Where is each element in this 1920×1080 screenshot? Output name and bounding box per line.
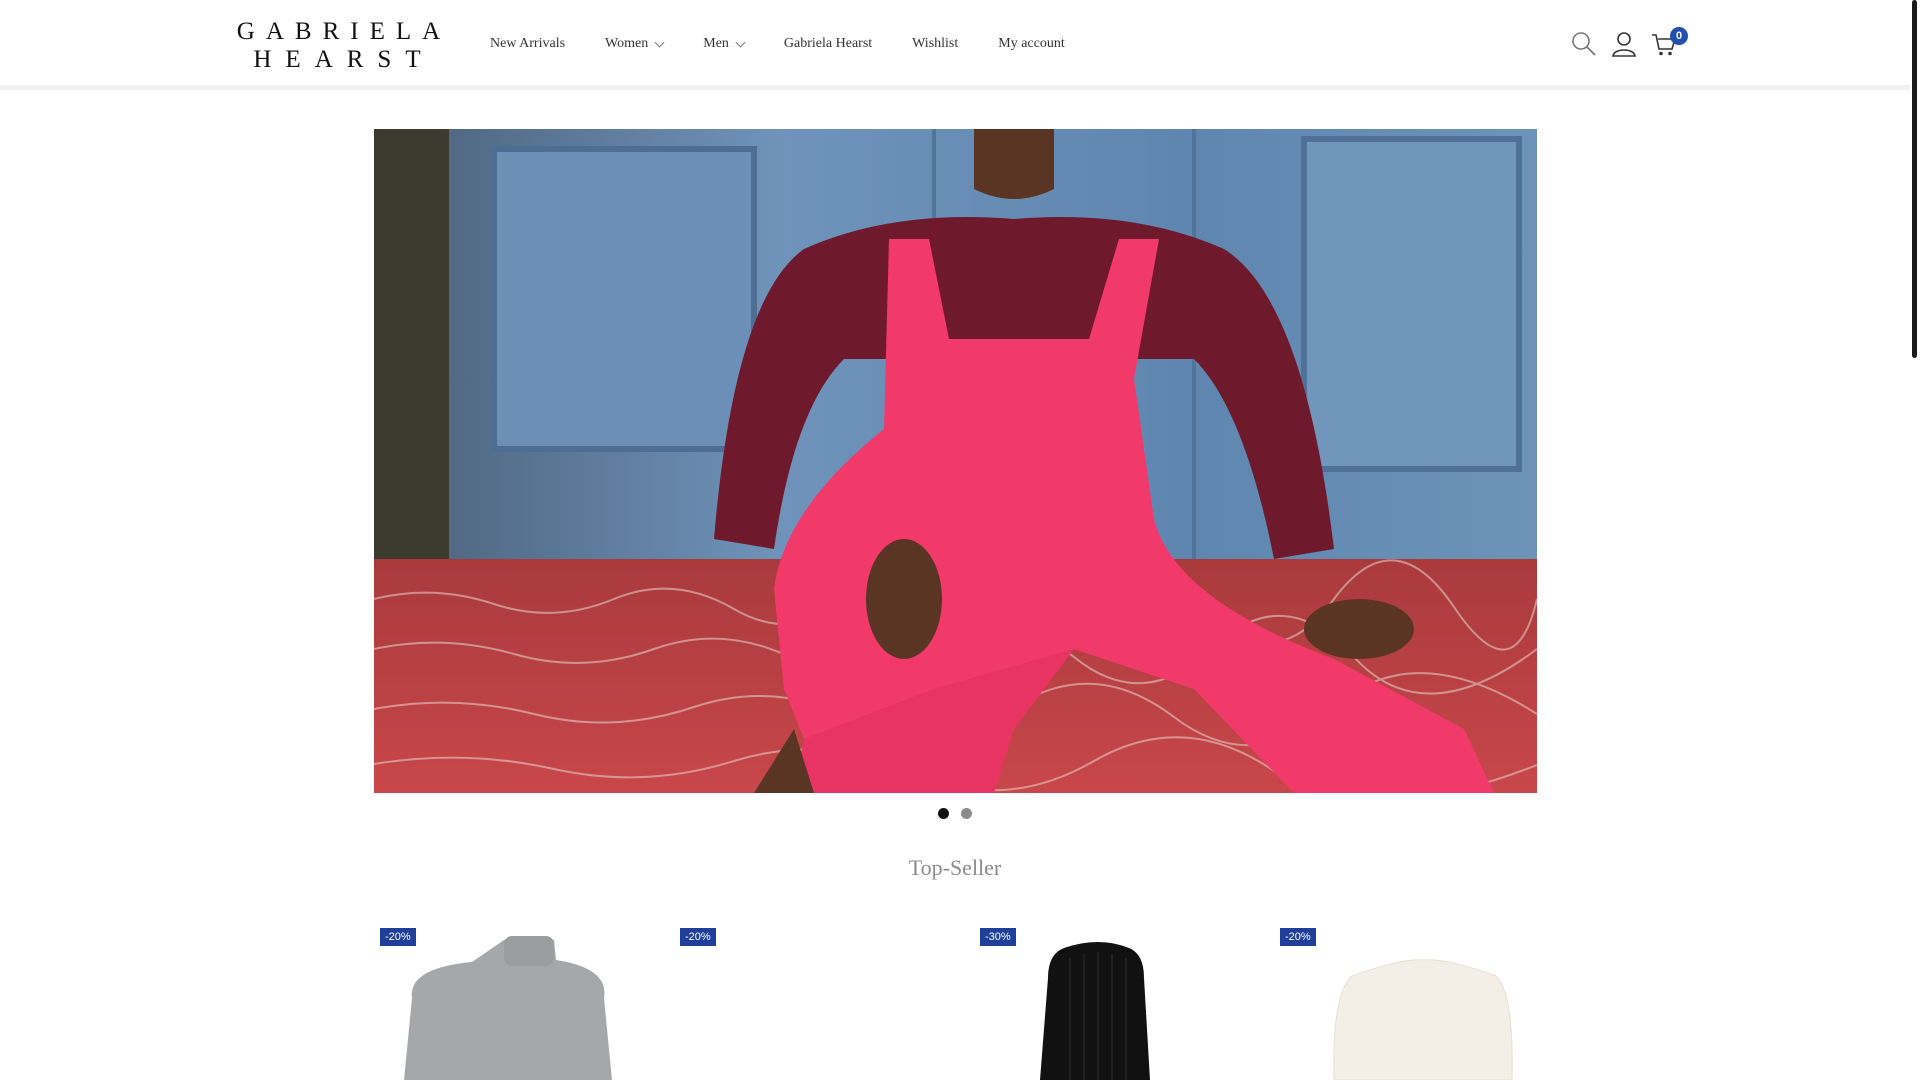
discount-badge: -20% — [1280, 928, 1316, 946]
product-grid: -20% -20% -30% -20% — [374, 918, 1537, 1080]
slider-dot-1[interactable] — [938, 808, 949, 819]
scrollbar-thumb[interactable] — [1912, 0, 1917, 358]
chevron-down-icon — [735, 37, 746, 47]
nav-women[interactable]: Women — [605, 36, 665, 52]
brand-logo[interactable]: GABRIELA HEARST — [216, 18, 472, 74]
hero-banner-image[interactable] — [374, 129, 1537, 793]
product-image-ivory-sweater — [1333, 959, 1513, 1080]
site-header: GABRIELA HEARST New Arrivals Women Men G… — [0, 0, 1910, 90]
discount-badge: -30% — [980, 928, 1016, 946]
product-card-4[interactable]: -20% — [1274, 918, 1559, 1080]
chevron-down-icon — [654, 37, 665, 47]
nav-men[interactable]: Men — [703, 36, 746, 52]
logo-line-2: HEARST — [253, 46, 435, 73]
nav-label: Gabriela Hearst — [783, 36, 873, 51]
account-button[interactable] — [1610, 30, 1638, 58]
logo-line-1: GABRIELA — [236, 18, 452, 45]
nav-gabriela-hearst[interactable]: Gabriela Hearst — [784, 36, 872, 52]
product-image-black-knit-dress — [1040, 942, 1150, 1080]
search-icon — [1572, 32, 1596, 56]
nav-label: Women — [605, 36, 649, 51]
cart-button[interactable]: 0 — [1650, 27, 1688, 58]
nav-new-arrivals[interactable]: New Arrivals — [490, 36, 565, 52]
cart-count-badge: 0 — [1670, 27, 1688, 45]
nav-label: Wishlist — [912, 36, 959, 51]
nav-label: Men — [703, 36, 729, 51]
section-title-top-seller: Top-Seller — [908, 855, 1002, 880]
header-icons: 0 — [1570, 27, 1690, 58]
search-button[interactable] — [1570, 30, 1598, 58]
nav-label: New Arrivals — [490, 36, 566, 51]
nav-wishlist[interactable]: Wishlist — [912, 36, 958, 52]
product-card-3[interactable]: -30% — [974, 918, 1259, 1080]
nav-label: My account — [998, 36, 1065, 51]
nav-my-account[interactable]: My account — [998, 36, 1064, 52]
main-nav: New Arrivals Women Men Gabriela Hearst W… — [490, 34, 1105, 54]
slider-dots — [938, 808, 984, 819]
product-image-grey-turtleneck — [404, 936, 612, 1080]
discount-badge: -20% — [380, 928, 416, 946]
product-card-1[interactable]: -20% — [374, 918, 659, 1080]
hero-photo — [374, 129, 1537, 793]
product-card-2[interactable]: -20% — [674, 918, 959, 1080]
slider-dot-2[interactable] — [961, 808, 972, 819]
discount-badge: -20% — [680, 928, 716, 946]
user-icon — [1612, 32, 1636, 57]
